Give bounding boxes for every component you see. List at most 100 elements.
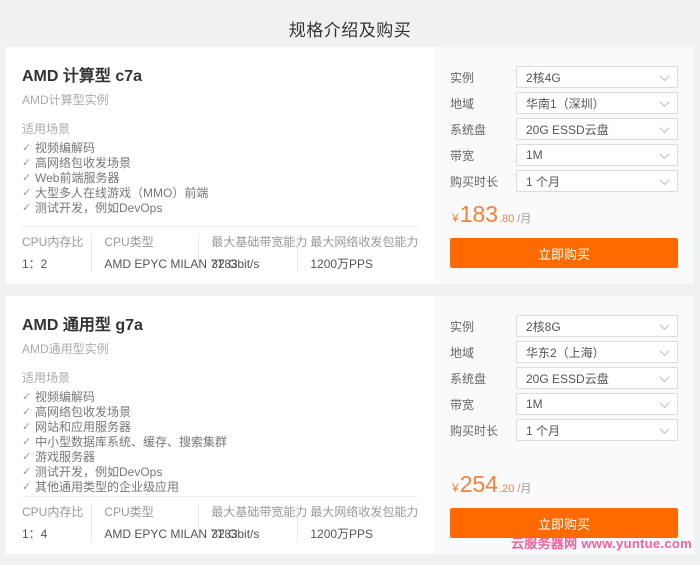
form-row-region: 地域 华南1（深圳） — [450, 93, 678, 113]
form-label: 购买时长 — [450, 422, 516, 439]
select-value: 20G ESSD云盘 — [526, 121, 609, 138]
duration-select[interactable]: 1 个月 — [516, 170, 678, 192]
product-subtitle: AMD计算型实例 — [22, 93, 418, 107]
check-icon: ✓ — [22, 480, 35, 495]
scenario-text: 其他通用类型的企业级应用 — [35, 480, 179, 495]
product-card-c7a: AMD 计算型 c7a AMD计算型实例 适用场景 ✓ 视频编解码 ✓ 高网络包… — [6, 47, 694, 284]
price-integer: 183 — [460, 202, 498, 226]
scenario-text: 高网络包收发场景 — [35, 156, 131, 171]
chevron-down-icon — [660, 372, 670, 382]
form-row-region: 地域 华东2（上海） — [450, 342, 678, 362]
form-label: 地域 — [450, 344, 516, 361]
scenario-text: 网站和应用服务器 — [35, 420, 131, 435]
scenario-text: 视频编解码 — [35, 141, 95, 156]
spec-label: 最大基础带宽能力 — [211, 504, 289, 520]
select-value: 1 个月 — [526, 422, 560, 439]
check-icon: ✓ — [22, 435, 35, 450]
form-label: 带宽 — [450, 147, 516, 164]
select-value: 2核4G — [526, 69, 561, 86]
price-unit: /月 — [517, 480, 531, 496]
scenario-text: 测试开发，例如DevOps — [35, 465, 162, 480]
scenario-item: ✓ 中小型数据库系统、缓存、搜索集群 — [22, 435, 418, 450]
form-row-instance: 实例 2核4G — [450, 67, 678, 87]
bandwidth-select[interactable]: 1M — [516, 144, 678, 166]
price-currency: ¥ — [452, 211, 459, 225]
spec-column-bandwidth: 最大基础带宽能力 32 Gbit/s — [198, 504, 297, 542]
price-unit: /月 — [517, 210, 531, 226]
chevron-down-icon — [660, 97, 670, 107]
spec-value: AMD EPYC MILAN 7T83 — [104, 526, 190, 542]
price-and-buy: ¥ 254 .20 /月 立即购买 — [450, 472, 678, 538]
form-label: 实例 — [450, 318, 516, 335]
system-disk-select[interactable]: 20G ESSD云盘 — [516, 367, 678, 389]
check-icon: ✓ — [22, 465, 35, 480]
select-value: 1M — [526, 397, 543, 411]
spec-value: 32 Gbit/s — [211, 526, 289, 542]
form-row-disk: 系统盘 20G ESSD云盘 — [450, 119, 678, 139]
select-value: 华南1（深圳） — [526, 95, 605, 112]
spec-label: 最大基础带宽能力 — [211, 234, 289, 250]
scenario-item: ✓ 视频编解码 — [22, 390, 418, 405]
buy-now-button[interactable]: 立即购买 — [450, 238, 678, 268]
scenarios-heading: 适用场景 — [22, 370, 418, 387]
form-row-disk: 系统盘 20G ESSD云盘 — [450, 368, 678, 388]
form-row-duration: 购买时长 1 个月 — [450, 420, 678, 440]
instance-select[interactable]: 2核4G — [516, 66, 678, 88]
scenario-item: ✓ Web前端服务器 — [22, 171, 418, 186]
spec-value: 32 Gbit/s — [211, 256, 289, 272]
select-value: 华东2（上海） — [526, 344, 605, 361]
check-icon: ✓ — [22, 420, 35, 435]
spec-column-cpu-type: CPU类型 AMD EPYC MILAN 7T83 — [91, 504, 198, 542]
spec-column-cpu-ratio: CPU内存比 1：2 — [22, 234, 91, 272]
product-title: AMD 计算型 c7a — [22, 67, 418, 87]
scenario-item: ✓ 其他通用类型的企业级应用 — [22, 480, 418, 495]
region-select[interactable]: 华南1（深圳） — [516, 92, 678, 114]
chevron-down-icon — [660, 71, 670, 81]
check-icon: ✓ — [22, 201, 35, 216]
spec-column-pps: 最大网络收发包能力 1200万PPS — [297, 234, 426, 272]
bandwidth-select[interactable]: 1M — [516, 393, 678, 415]
spec-column-bandwidth: 最大基础带宽能力 32 Gbit/s — [198, 234, 297, 272]
spec-value: 1200万PPS — [310, 526, 418, 542]
select-value: 1M — [526, 148, 543, 162]
spec-column-cpu-ratio: CPU内存比 1：4 — [22, 504, 91, 542]
scenario-list: ✓ 视频编解码 ✓ 高网络包收发场景 ✓ 网站和应用服务器 ✓ 中小型数据库系统… — [22, 390, 418, 495]
spec-value: 1200万PPS — [310, 256, 418, 272]
spec-value: AMD EPYC MILAN 7T83 — [104, 256, 190, 272]
chevron-down-icon — [660, 320, 670, 330]
check-icon: ✓ — [22, 405, 35, 420]
spec-value: 1：4 — [22, 526, 83, 542]
spec-table: CPU内存比 1：2 CPU类型 AMD EPYC MILAN 7T83 最大基… — [22, 226, 418, 272]
product-card-g7a: AMD 通用型 g7a AMD通用型实例 适用场景 ✓ 视频编解码 ✓ 高网络包… — [6, 296, 694, 554]
system-disk-select[interactable]: 20G ESSD云盘 — [516, 118, 678, 140]
check-icon: ✓ — [22, 171, 35, 186]
page-title: 规格介绍及购买 — [0, 0, 700, 47]
check-icon: ✓ — [22, 156, 35, 171]
form-label: 购买时长 — [450, 173, 516, 190]
spec-label: 最大网络收发包能力 — [310, 504, 418, 520]
scenario-text: 大型多人在线游戏（MMO）前端 — [35, 186, 208, 201]
form-row-bandwidth: 带宽 1M — [450, 145, 678, 165]
form-row-bandwidth: 带宽 1M — [450, 394, 678, 414]
price: ¥ 183 .80 /月 — [450, 202, 678, 226]
form-label: 系统盘 — [450, 370, 516, 387]
watermark: 云服务器网 www.yuntue.com — [511, 533, 692, 552]
scenarios-heading: 适用场景 — [22, 121, 418, 138]
product-subtitle: AMD通用型实例 — [22, 342, 418, 356]
check-icon: ✓ — [22, 390, 35, 405]
scenario-item: ✓ 网站和应用服务器 — [22, 420, 418, 435]
form-label: 地域 — [450, 95, 516, 112]
select-value: 2核8G — [526, 318, 561, 335]
scenario-item: ✓ 测试开发，例如DevOps — [22, 201, 418, 216]
purchase-panel: 实例 2核4G 地域 华南1（深圳） 系统盘 20G ESSD云盘 带宽 1M — [434, 47, 694, 284]
region-select[interactable]: 华东2（上海） — [516, 341, 678, 363]
scenario-item: ✓ 高网络包收发场景 — [22, 405, 418, 420]
scenario-item: ✓ 高网络包收发场景 — [22, 156, 418, 171]
chevron-down-icon — [660, 424, 670, 434]
form-label: 系统盘 — [450, 121, 516, 138]
instance-select[interactable]: 2核8G — [516, 315, 678, 337]
scenario-item: ✓ 大型多人在线游戏（MMO）前端 — [22, 186, 418, 201]
scenario-text: 视频编解码 — [35, 390, 95, 405]
duration-select[interactable]: 1 个月 — [516, 419, 678, 441]
form-label: 带宽 — [450, 396, 516, 413]
